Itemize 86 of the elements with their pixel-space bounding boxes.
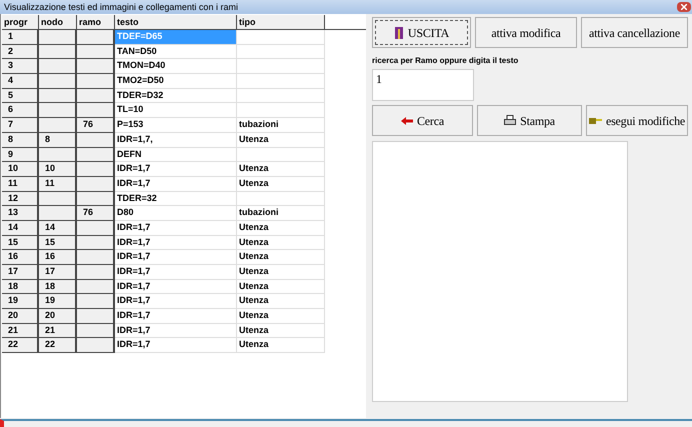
table-cell: 5 [2,88,39,104]
table-cell: IDR=1,7 [115,236,237,250]
table-cell: 18 [39,280,77,294]
table-cell: 17 [39,265,77,280]
table-cell: 13 [2,206,39,221]
action-button[interactable]: Cerca [372,105,473,136]
table-cell: tubazioni [237,118,325,133]
table-cell: 14 [39,220,77,236]
table-cell: tubazioni [237,206,325,221]
table-cell: 16 [39,250,77,265]
action-button[interactable]: attiva modifica [475,17,577,48]
table-cell: DEFN [115,148,237,162]
table-cell: 12 [2,192,39,206]
table-cell: IDR=1,7 [115,280,237,294]
table-cell: 22 [2,338,39,354]
table-cell: Utenza [237,309,325,324]
table-cell: 15 [2,236,39,250]
table-cell: IDR=1,7 [115,162,237,177]
table-cell: 19 [2,294,39,310]
table-cell: 8 [39,132,77,148]
table-cell: 9 [2,148,39,162]
column-header: progr [2,15,39,29]
table-cell: 21 [2,324,39,338]
table-cell: 76 [77,118,115,133]
table-cell: 18 [2,280,39,294]
table-cell: TDER=32 [115,192,237,206]
table-cell: TDER=D32 [115,88,237,104]
table-cell: IDR=1,7 [115,324,237,338]
table-cell: TL=10 [115,103,237,118]
table-cell: Utenza [237,280,325,294]
table-cell: TMO2=D50 [115,74,237,89]
table-cell: D80 [115,206,237,221]
table-cell: IDR=1,7, [115,132,237,148]
table-cell: 7 [2,118,39,133]
table-cell: 10 [2,162,39,177]
table-cell: TMON=D40 [115,59,237,74]
table-cell: IDR=1,7 [115,176,237,192]
table-cell: Utenza [237,250,325,265]
table-cell: 15 [39,236,77,250]
table-cell: Utenza [237,265,325,280]
table-cell: 22 [39,338,77,354]
table-cell: 20 [2,309,39,324]
table-cell: 21 [39,324,77,338]
action-button[interactable]: Stampa [477,105,582,136]
table-cell: Utenza [237,236,325,250]
window-title: Visualizzazione testi ed immagini e collegamenti con i rami [4,2,238,12]
column-header: tipo [237,15,325,29]
table-cell: Utenza [237,338,325,354]
table-cell: 4 [2,74,39,89]
column-header: testo [115,15,237,29]
table-cell: 3 [2,59,39,74]
table-cell: Utenza [237,132,325,148]
table-cell: 2 [2,44,39,60]
table-cell: 19 [39,294,77,310]
table-cell: 14 [2,220,39,236]
table-cell: IDR=1,7 [115,294,237,310]
table-cell: TAN=D50 [115,44,237,60]
table-cell: IDR=1,7 [115,220,237,236]
exit-button[interactable]: USCITA [372,17,471,48]
table-cell: Utenza [237,176,325,192]
column-header: nodo [39,15,77,29]
table-cell: 16 [2,250,39,265]
table-cell: IDR=1,7 [115,309,237,324]
table-cell: P=153 [115,118,237,133]
search-label: ricerca per Ramo oppure digita il testo [372,55,520,67]
table-cell: 1 [2,30,39,45]
table-cell: 20 [39,309,77,324]
table-cell: 17 [2,265,39,280]
table-cell: 11 [2,176,39,192]
table-cell: Utenza [237,220,325,236]
action-button[interactable]: esegui modifiche [586,105,688,136]
table-cell: 10 [39,162,77,177]
table-cell: Utenza [237,294,325,310]
table-cell: Utenza [237,324,325,338]
table-cell: IDR=1,7 [115,265,237,280]
table-cell: IDR=1,7 [115,250,237,265]
action-button[interactable]: attiva cancellazione [581,17,688,48]
table-cell: Utenza [237,162,325,177]
table-cell: 76 [77,206,115,221]
table-cell: 6 [2,103,39,118]
column-header: ramo [77,15,115,29]
table-cell: 8 [2,132,39,148]
search-field[interactable]: 1 [372,69,474,101]
table-cell: TDEF=D65 [115,30,237,45]
table-cell: IDR=1,7 [115,338,237,354]
table-cell: 11 [39,176,77,192]
